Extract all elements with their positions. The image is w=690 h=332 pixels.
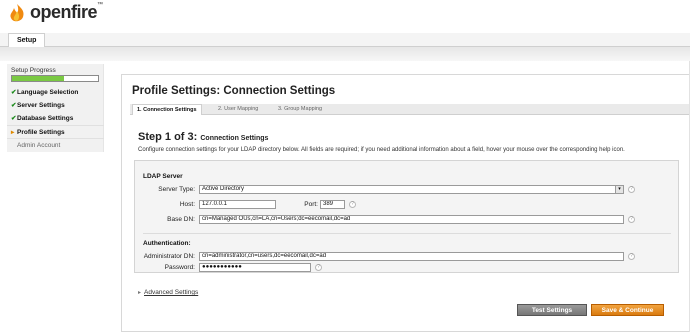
admin-dn-field[interactable]: cn=administrator,cn=users,dc=eecomail,dc… xyxy=(199,252,624,261)
authentication-heading: Authentication: xyxy=(143,240,191,247)
arrow-right-icon: ▸ xyxy=(138,290,142,296)
help-icon[interactable]: ? xyxy=(349,201,356,208)
host-label: Host: xyxy=(179,201,195,208)
server-type-label: Server Type: xyxy=(158,186,195,193)
sidebar-item-profile-settings[interactable]: ▸ Profile Settings xyxy=(7,125,104,138)
port-label: Port: xyxy=(304,201,318,208)
host-field[interactable]: 127.0.0.1 xyxy=(199,200,276,209)
port-field[interactable]: 389 xyxy=(320,200,345,209)
tab-bar: Setup xyxy=(0,33,690,47)
sidebar-item-server-settings[interactable]: ✔ Server Settings xyxy=(7,99,104,112)
admin-dn-label: Administrator DN: xyxy=(143,253,195,260)
check-icon: ✔ xyxy=(11,102,17,109)
sidebar-item-database-settings[interactable]: ✔ Database Settings xyxy=(7,112,104,125)
help-icon[interactable]: ? xyxy=(628,186,635,193)
connection-form: LDAP Server Server Type: Active Director… xyxy=(134,160,679,273)
setup-progress-bar xyxy=(11,75,99,82)
subtab-user-mapping: 2. User Mapping xyxy=(218,106,259,112)
save-continue-button[interactable]: Save & Continue xyxy=(591,304,664,316)
subtab-group-mapping: 3. Group Mapping xyxy=(278,106,323,112)
sidebar-item-admin-account: Admin Account xyxy=(7,138,104,151)
openfire-logo-icon xyxy=(10,4,24,22)
help-icon[interactable]: ? xyxy=(628,253,635,260)
help-icon[interactable]: ? xyxy=(628,216,635,223)
page-title: Profile Settings: Connection Settings xyxy=(132,85,336,97)
check-icon: ✔ xyxy=(11,115,17,122)
header-band xyxy=(0,47,690,61)
main-panel: Profile Settings: Connection Settings 1.… xyxy=(121,74,690,332)
app-name: openfire™ xyxy=(30,2,103,22)
section-divider xyxy=(143,233,671,234)
progress-label: Setup Progress xyxy=(11,67,56,74)
intro-text: Configure connection settings for your L… xyxy=(138,147,625,153)
chevron-down-icon: ▾ xyxy=(615,186,623,193)
setup-sidebar: Setup Progress ✔ Language Selection ✔ Serv… xyxy=(7,64,104,152)
sidebar-item-language-selection[interactable]: ✔ Language Selection xyxy=(7,86,104,99)
server-type-select[interactable]: Active Directory ▾ xyxy=(199,185,624,194)
tab-setup[interactable]: Setup xyxy=(8,33,46,47)
test-settings-button[interactable]: Test Settings xyxy=(517,304,587,316)
app-header: openfire™ xyxy=(0,0,690,33)
password-field[interactable]: ●●●●●●●●●●● xyxy=(199,263,311,272)
step-heading: Step 1 of 3: Connection Settings xyxy=(138,131,269,143)
base-dn-field[interactable]: cn=Managed OUs,cn=LA,cn=Users;dc=eecomai… xyxy=(199,215,624,224)
subtab-connection-settings[interactable]: 1. Connection Settings xyxy=(132,104,202,115)
setup-steps: ✔ Language Selection ✔ Server Settings ✔ Da… xyxy=(7,86,104,151)
help-icon[interactable]: ? xyxy=(315,264,322,271)
base-dn-label: Base DN: xyxy=(167,216,195,223)
password-label: Password: xyxy=(164,264,195,271)
check-icon: ✔ xyxy=(11,89,17,96)
progress-fill xyxy=(12,76,64,81)
advanced-settings-toggle[interactable]: ▸ Advanced Settings xyxy=(138,289,198,296)
wizard-subtabs: 1. Connection Settings 2. User Mapping 3… xyxy=(130,104,690,115)
ldap-server-heading: LDAP Server xyxy=(143,173,183,180)
